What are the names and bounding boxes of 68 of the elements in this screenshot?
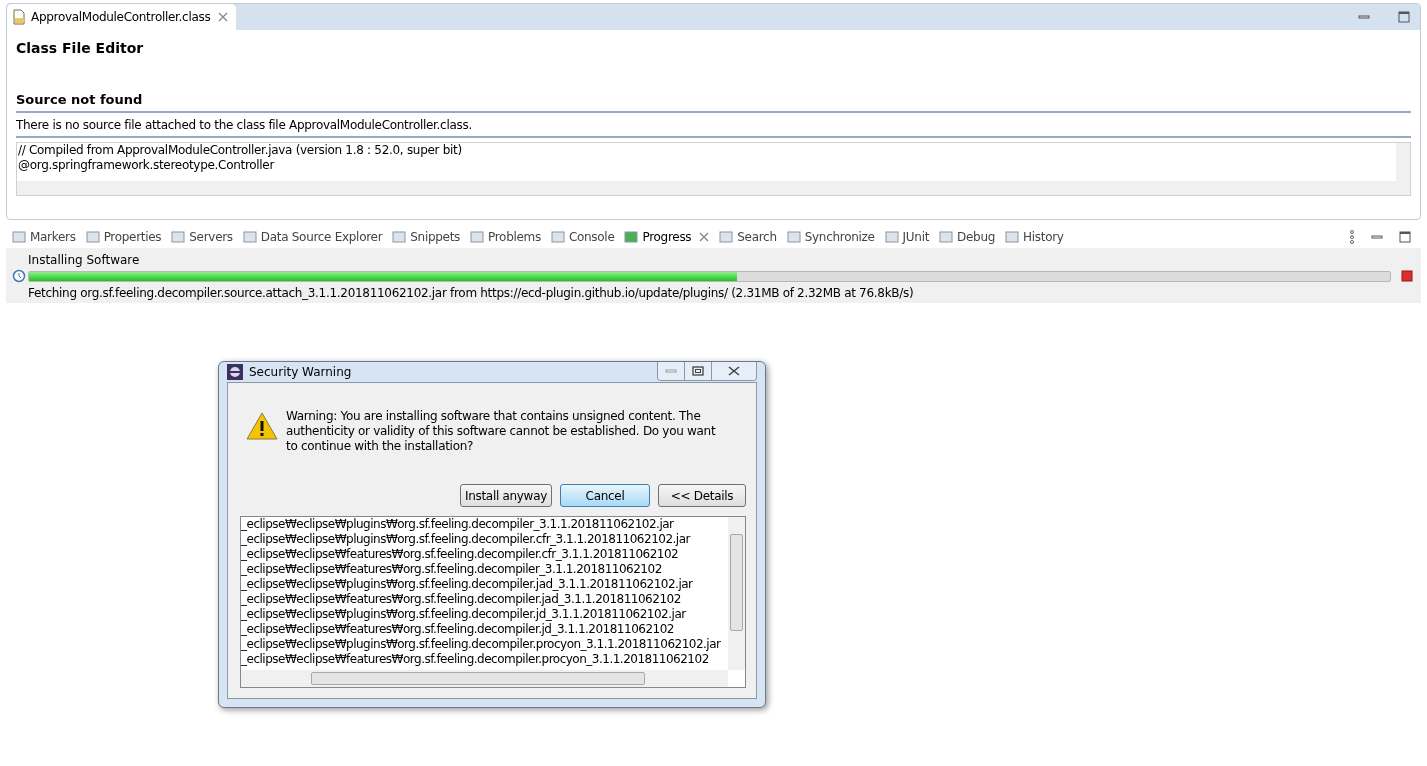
tab-label: ApprovalModuleController.class [31, 10, 211, 24]
view-tab[interactable]: JUnit [880, 226, 934, 248]
view-icon [470, 230, 484, 244]
view-tab[interactable]: Servers [167, 226, 237, 248]
editor-tab[interactable]: ApprovalModuleController.class [7, 4, 237, 30]
dialog-title: Security Warning [249, 365, 352, 379]
view-tab[interactable]: Search [715, 226, 781, 248]
menu-icon[interactable] [1349, 230, 1355, 244]
dialog-button[interactable]: << Details [658, 484, 746, 507]
code-line: // Compiled from ApprovalModuleController.java (version 1.8 : 52.0, super bit) [18, 143, 463, 158]
view-icon [939, 230, 954, 244]
section-title: Source not found [16, 92, 1411, 113]
code-line: @org.springframework.stereotype.Controller [18, 158, 276, 173]
file-path: _eclipse₩eclipse₩features₩org.sf.feeling.decompiler.procyon_3.1.1.201811062102 [241, 652, 710, 667]
view-tab[interactable]: Console [546, 226, 619, 248]
horizontal-scrollbar[interactable] [241, 670, 728, 687]
view-tab[interactable]: History [1001, 226, 1068, 248]
view-icon [719, 230, 734, 244]
view-tab[interactable]: Debug [935, 226, 1000, 248]
view-tab[interactable]: Properties [81, 226, 166, 248]
file-path: _eclipse₩eclipse₩plugins₩org.sf.feeling.decompiler_3.1.1.201811062102.jar [241, 517, 675, 532]
view-icon [12, 230, 26, 244]
minimize-icon [665, 368, 677, 374]
vertical-scrollbar[interactable] [728, 517, 745, 670]
view-icon [786, 230, 801, 244]
view-icon [884, 230, 899, 244]
file-path: _eclipse₩eclipse₩plugins₩org.sf.feeling.decompiler.jd_3.1.1.201811062102.jar [241, 607, 688, 622]
view-icon [1005, 230, 1020, 244]
maximize-button[interactable] [684, 362, 711, 380]
dialog-button[interactable]: Install anyway [459, 484, 552, 507]
class-file-icon [11, 9, 27, 25]
view-tab[interactable]: Synchronize [782, 226, 879, 248]
view-icon [242, 230, 257, 244]
job-title: Installing Software [28, 253, 141, 268]
warning-icon [246, 411, 278, 441]
file-path: _eclipse₩eclipse₩plugins₩org.sf.feeling.decompiler.jad_3.1.1.201811062102.jar [241, 577, 694, 592]
close-icon [728, 366, 740, 376]
app-icon [227, 364, 243, 380]
source-message: There is no source file attached to the class file ApprovalModuleController.class. [16, 113, 1411, 138]
view-tab[interactable]: Problems [466, 226, 545, 248]
file-path: _eclipse₩eclipse₩features₩org.sf.feeling.decompiler.jad_3.1.1.201811062102 [241, 592, 682, 607]
vertical-scrollbar[interactable] [1396, 143, 1410, 195]
maximize-icon[interactable] [1398, 11, 1410, 23]
editor-heading: Class File Editor [16, 40, 145, 58]
restore-icon [692, 366, 704, 376]
view-icon [624, 230, 639, 244]
view-icon [392, 230, 407, 244]
close-icon[interactable] [218, 12, 229, 22]
view-tab[interactable]: Markers [8, 226, 80, 248]
warning-message: Warning: You are installing software that contains unsigned content. The authenticity or validity of this software cannot be established. Do you want to continue with the installation? [286, 409, 716, 454]
file-path: _eclipse₩eclipse₩features₩org.sf.feeling.decompiler.jd_3.1.1.201811062102 [241, 622, 675, 637]
view-icon [171, 230, 186, 244]
file-path: _eclipse₩eclipse₩plugins₩org.sf.feeling.decompiler.procyon_3.1.1.201811062102.jar [241, 637, 722, 652]
view-icon [550, 230, 565, 244]
clock-icon [12, 269, 26, 283]
file-path: _eclipse₩eclipse₩features₩org.sf.feeling.decompiler.cfr_3.1.1.201811062102 [241, 547, 680, 562]
view-tab[interactable]: Snippets [388, 226, 464, 248]
maximize-icon[interactable] [1399, 231, 1411, 243]
file-path: _eclipse₩eclipse₩plugins₩org.sf.feeling.decompiler.cfr_3.1.1.201811062102.jar [241, 532, 692, 547]
close-icon[interactable] [699, 232, 710, 242]
file-path: _eclipse₩eclipse₩features₩org.sf.feeling.decompiler_3.1.1.201811062102 [241, 562, 663, 577]
horizontal-scrollbar[interactable] [17, 181, 1396, 195]
view-tab[interactable]: Data Source Explorer [238, 226, 387, 248]
view-icon [85, 230, 100, 244]
dialog-button[interactable]: Cancel [560, 484, 650, 507]
close-button[interactable] [711, 362, 756, 380]
stop-icon[interactable] [1401, 270, 1413, 282]
job-detail: Fetching org.sf.feeling.decompiler.source.attach_3.1.1.201811062102.jar from https://ecd-plugin.github.io/update/plugins/ (2.31MB of 2.32MB at 76.8kB/s) [28, 285, 915, 300]
